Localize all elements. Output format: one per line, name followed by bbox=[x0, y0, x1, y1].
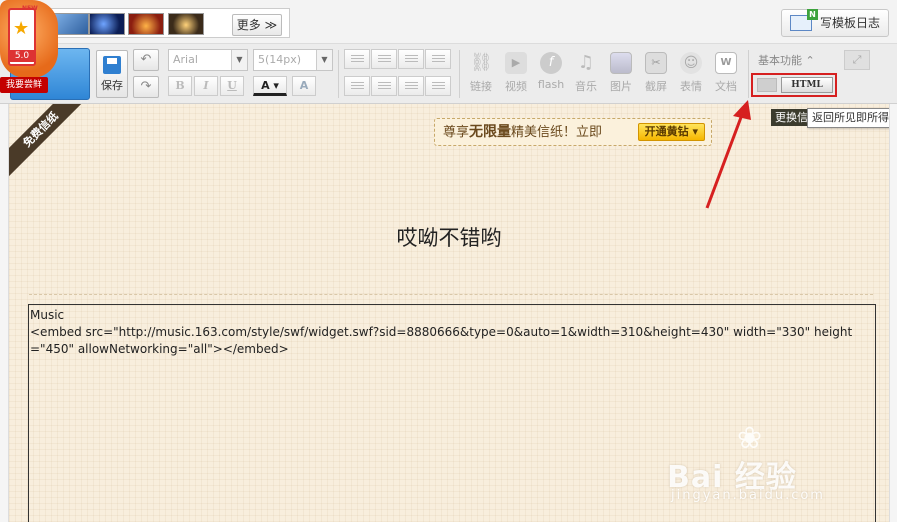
vip-banner-bold: 无限量 bbox=[469, 124, 512, 140]
vip-banner-suffix: 精美信纸！立即 bbox=[511, 125, 603, 140]
vip-banner: 尊享无限量精美信纸！立即 开通黄钻 ▾ bbox=[434, 118, 712, 146]
video-icon: ▶ bbox=[505, 52, 527, 74]
screenshot-label: 截屏 bbox=[645, 80, 667, 93]
ordered-list-button[interactable] bbox=[344, 76, 370, 96]
eraser-icon[interactable] bbox=[757, 78, 777, 92]
save-button[interactable]: 保存 bbox=[96, 50, 128, 98]
phone-icon: ★ 5.0 bbox=[8, 8, 36, 66]
promo-version: 5.0 bbox=[10, 50, 34, 62]
underline-button[interactable]: U bbox=[220, 76, 244, 96]
redo-button[interactable]: ↷ bbox=[133, 76, 159, 98]
video-label: 视频 bbox=[505, 80, 527, 93]
document-label: 文档 bbox=[715, 80, 737, 93]
picture-icon bbox=[610, 52, 632, 74]
stationery-thumb[interactable] bbox=[128, 13, 164, 35]
font-size-select[interactable]: 5(14px) ▼ bbox=[253, 49, 333, 71]
write-template-log-button[interactable]: 写模板日志 bbox=[781, 9, 889, 37]
html-tooltip: 返回所见即所得 bbox=[807, 108, 889, 128]
font-family-select[interactable]: Arial ▼ bbox=[168, 49, 248, 71]
music-icon: ♫ bbox=[577, 52, 595, 73]
outdent-button[interactable] bbox=[398, 76, 424, 96]
bold-button[interactable]: B bbox=[168, 76, 192, 96]
flash-label: flash bbox=[537, 78, 565, 91]
indent-button[interactable] bbox=[425, 76, 451, 96]
toolbar-divider bbox=[338, 50, 339, 98]
chevron-down-icon: ▼ bbox=[316, 50, 332, 70]
more-stationery-button[interactable]: 更多 ≫ bbox=[232, 14, 282, 36]
music-label: 音乐 bbox=[575, 80, 597, 93]
toolbar-divider bbox=[748, 50, 749, 98]
new-version-promo[interactable]: ★ 5.0 NEW 我要尝鲜 bbox=[0, 0, 60, 95]
link-tool[interactable]: ⛓ 链接 bbox=[464, 50, 498, 100]
flash-icon: f bbox=[540, 52, 562, 74]
editor-toolbar: 保存 ↶ ↷ Arial ▼ 5(14px) ▼ B I U A ▾ A ⛓ 链… bbox=[0, 44, 897, 104]
stationery-thumb[interactable] bbox=[168, 13, 204, 35]
stationery-thumb[interactable] bbox=[89, 13, 125, 35]
screenshot-icon: ✂ bbox=[645, 52, 667, 74]
font-size-value: 5(14px) bbox=[258, 53, 302, 66]
free-paper-ribbon: 免费信纸 bbox=[9, 104, 91, 180]
toolbar-divider bbox=[459, 50, 460, 98]
watermark-sub: jingyan.baidu.com bbox=[671, 488, 825, 503]
document-icon: W bbox=[715, 52, 737, 74]
open-yellow-diamond-button[interactable]: 开通黄钻 ▾ bbox=[637, 123, 705, 141]
flash-tool[interactable]: f flash bbox=[534, 50, 568, 100]
code-line: <embed src="http://music.163.com/style/s… bbox=[30, 325, 853, 356]
document-tool[interactable]: W 文档 bbox=[709, 50, 743, 100]
undo-button[interactable]: ↶ bbox=[133, 49, 159, 71]
paw-icon: ❀ bbox=[737, 421, 763, 456]
top-bar: 更多 ≫ 写模板日志 bbox=[0, 0, 897, 44]
align-center-button[interactable] bbox=[371, 49, 397, 69]
emoticon-tool[interactable]: ☺ 表情 bbox=[674, 50, 708, 100]
italic-button[interactable]: I bbox=[194, 76, 218, 96]
template-new-icon bbox=[790, 9, 818, 31]
picture-label: 图片 bbox=[610, 80, 632, 93]
vip-button-label: 开通黄钻 bbox=[644, 125, 689, 138]
write-template-label: 写模板日志 bbox=[820, 16, 881, 30]
html-mode-button[interactable]: HTML bbox=[781, 77, 833, 93]
align-left-button[interactable] bbox=[344, 49, 370, 69]
save-label: 保存 bbox=[101, 79, 123, 92]
picture-tool[interactable]: 图片 bbox=[604, 50, 638, 100]
new-badge: NEW bbox=[22, 5, 38, 12]
html-mode-highlight: HTML bbox=[751, 73, 837, 97]
emoticon-label: 表情 bbox=[680, 80, 702, 93]
unordered-list-button[interactable] bbox=[371, 76, 397, 96]
link-icon: ⛓ bbox=[470, 52, 493, 73]
vip-banner-prefix: 尊享 bbox=[443, 125, 470, 140]
font-color-button[interactable]: A ▾ bbox=[253, 76, 287, 96]
editor-area[interactable]: 免费信纸 尊享无限量精美信纸！立即 开通黄钻 ▾ 更换信纸 返回所见即所得 哎呦… bbox=[8, 104, 890, 522]
basic-function-toggle[interactable]: 基本功能 ⌃ bbox=[758, 52, 815, 68]
emoticon-icon: ☺ bbox=[680, 52, 702, 74]
title-divider bbox=[29, 294, 873, 295]
save-disk-icon bbox=[103, 56, 121, 74]
star-icon: ★ bbox=[13, 18, 30, 39]
align-justify-button[interactable] bbox=[425, 49, 451, 69]
highlight-color-button[interactable]: A bbox=[292, 76, 316, 96]
expand-icon[interactable]: ⤢ bbox=[844, 50, 870, 70]
try-new-label: 我要尝鲜 bbox=[0, 77, 48, 93]
code-line: Music bbox=[30, 308, 65, 322]
align-right-button[interactable] bbox=[398, 49, 424, 69]
baidu-watermark: ❀ Bai 经验 jingyan.baidu.com bbox=[667, 424, 837, 504]
music-tool[interactable]: ♫ 音乐 bbox=[569, 50, 603, 100]
font-family-value: Arial bbox=[173, 53, 198, 66]
video-tool[interactable]: ▶ 视频 bbox=[499, 50, 533, 100]
chevron-down-icon: ▼ bbox=[231, 50, 247, 70]
screenshot-tool[interactable]: ✂ 截屏 bbox=[639, 50, 673, 100]
link-label: 链接 bbox=[470, 80, 492, 93]
post-title[interactable]: 哎呦不错哟 bbox=[9, 222, 889, 252]
